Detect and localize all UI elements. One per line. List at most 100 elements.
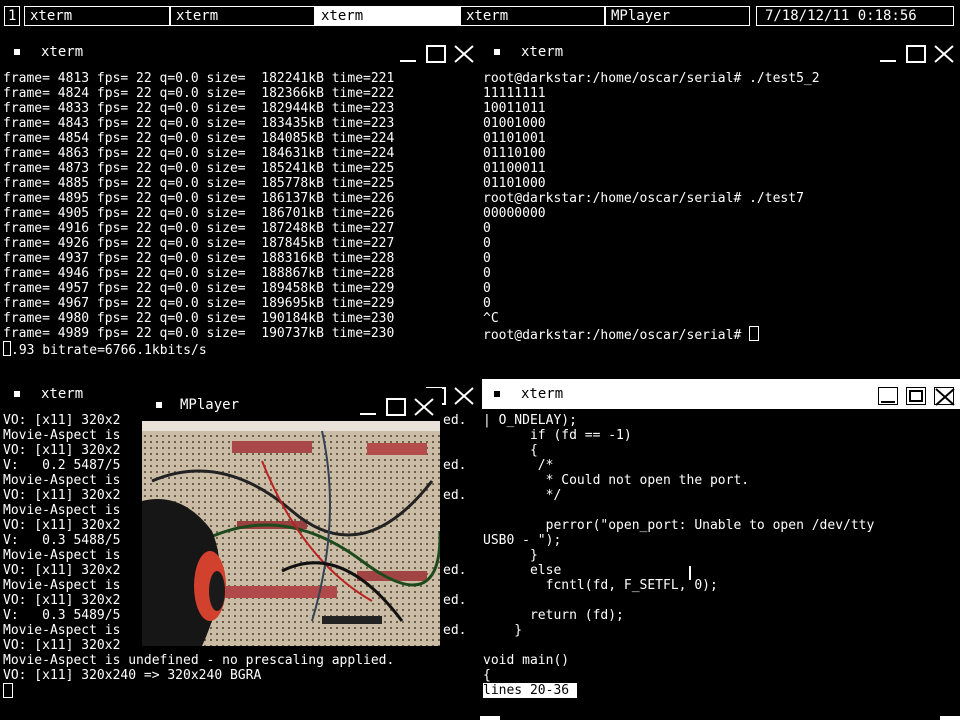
minimize-button[interactable]: [878, 387, 898, 405]
minimize-button[interactable]: [358, 398, 378, 416]
ffmpeg-progress-line: frame= 4926 fps= 22 q=0.0 size= 187845kB…: [3, 236, 395, 251]
log-text: VO: [x11] 320x2: [3, 518, 121, 533]
window-menu-icon[interactable]: [14, 391, 20, 397]
terminal-output-line: 0: [483, 281, 491, 296]
close-icon: [454, 387, 474, 405]
terminal-output-line: 01101000: [483, 176, 546, 191]
window-title: MPlayer: [180, 397, 240, 413]
maximize-button[interactable]: [426, 45, 446, 63]
terminal-output-line: 01110100: [483, 146, 546, 161]
source-code-line: [483, 593, 960, 608]
pager-status-line: lines 20-36: [483, 683, 960, 698]
log-text: V: 0.3 5489/5: [3, 608, 121, 623]
log-text: Movie-Aspect is: [3, 503, 121, 518]
close-icon: [414, 398, 434, 416]
window-menu-icon[interactable]: [156, 402, 162, 408]
cursor-line[interactable]: [3, 683, 479, 700]
shell-prompt-line[interactable]: root@darkstar:/home/oscar/serial#: [483, 326, 960, 343]
log-text-fragment: ed.: [443, 458, 467, 473]
log-text-fragment: ed.: [443, 488, 467, 503]
task-xterm-1[interactable]: xterm: [24, 6, 170, 26]
taskbar: 1 xterm xterm xterm xterm MPlayer 7/18/1…: [0, 0, 960, 33]
window-menu-icon[interactable]: [494, 49, 500, 55]
scroll-marker: [480, 716, 500, 720]
terminal-output-line: 0: [483, 251, 491, 266]
window-menu-icon[interactable]: [14, 49, 20, 55]
log-text-fragment: ed.: [443, 413, 467, 428]
close-button[interactable]: [934, 45, 954, 63]
ffmpeg-progress-line: frame= 4885 fps= 22 q=0.0 size= 185778kB…: [3, 176, 395, 191]
close-button[interactable]: [454, 45, 474, 63]
mplayer-log-line: Movie-Aspect is undefined - no prescalin…: [3, 653, 395, 668]
scroll-marker: [940, 716, 960, 720]
close-button[interactable]: [414, 398, 434, 416]
xterm-output-top-right[interactable]: root@darkstar:/home/oscar/serial# ./test…: [483, 71, 960, 361]
source-code-line: [483, 503, 960, 518]
log-text: V: 0.3 5488/5: [3, 533, 121, 548]
source-code-line: /*: [483, 458, 554, 473]
source-code-line: [483, 638, 960, 653]
mplayer-video-frame[interactable]: [142, 421, 440, 646]
bitrate-text: .93 bitrate=6766.1kbits/s: [11, 343, 207, 358]
terminal-output-line: root@darkstar:/home/oscar/serial# ./test…: [483, 71, 820, 86]
source-code-line: }: [483, 548, 538, 563]
terminal-cursor: [3, 683, 13, 698]
ffmpeg-progress-line: frame= 4863 fps= 22 q=0.0 size= 184631kB…: [3, 146, 395, 161]
terminal-output-line: 10011011: [483, 101, 546, 116]
log-text: Movie-Aspect is: [3, 548, 121, 563]
ffmpeg-progress-line: frame= 4854 fps= 22 q=0.0 size= 184085kB…: [3, 131, 395, 146]
close-icon: [935, 388, 955, 406]
source-code-line: * Could not open the port.: [483, 473, 750, 488]
ffmpeg-progress-line: frame= 4916 fps= 22 q=0.0 size= 187248kB…: [3, 221, 395, 236]
window-title: xterm: [41, 386, 84, 402]
workspace-indicator[interactable]: 1: [4, 6, 20, 26]
ffmpeg-progress-line: frame= 4833 fps= 22 q=0.0 size= 182944kB…: [3, 101, 395, 116]
window-title: xterm: [41, 44, 84, 60]
source-code-line: */: [483, 488, 562, 503]
source-code-line: {: [483, 668, 491, 683]
task-xterm-3-active[interactable]: xterm: [315, 6, 460, 26]
xterm-titlebar-bottom-right[interactable]: xterm: [482, 379, 960, 409]
task-xterm-2[interactable]: xterm: [170, 6, 315, 26]
xterm-output-top-left[interactable]: frame= 4813 fps= 22 q=0.0 size= 182241kB…: [3, 71, 479, 361]
log-text: Movie-Aspect is: [3, 623, 121, 638]
close-button[interactable]: [454, 387, 474, 405]
source-code-line: }: [483, 623, 523, 638]
ffmpeg-progress-line: frame= 4946 fps= 22 q=0.0 size= 188867kB…: [3, 266, 395, 281]
source-code-line: USB0 - ");: [483, 533, 562, 548]
ffmpeg-progress-line: frame= 4873 fps= 22 q=0.0 size= 185241kB…: [3, 161, 395, 176]
clock: 7/18/12/11 0:18:56: [756, 6, 954, 26]
maximize-button[interactable]: [906, 45, 926, 63]
close-icon: [454, 45, 474, 63]
terminal-output-line: ^C: [483, 311, 499, 326]
minimize-button[interactable]: [878, 45, 898, 63]
log-text: VO: [x11] 320x2: [3, 413, 121, 428]
mplayer-log-line: VO: [x11] 320x240 => 320x240 BGRA: [3, 668, 262, 683]
mplayer-titlebar[interactable]: MPlayer: [142, 390, 442, 420]
terminal-output-line: 11111111: [483, 86, 546, 101]
ffmpeg-progress-line: frame= 4813 fps= 22 q=0.0 size= 182241kB…: [3, 71, 395, 86]
xterm-output-bottom-right[interactable]: | O_NDELAY); if (fd == -1) { /* * Could …: [483, 413, 960, 713]
source-code-line: {: [483, 443, 538, 458]
xterm-titlebar-top-left[interactable]: xterm: [0, 37, 480, 67]
task-xterm-4[interactable]: xterm: [460, 6, 605, 26]
close-button[interactable]: [934, 387, 955, 406]
text-cursor-ibeam-icon: [689, 566, 691, 580]
terminal-output-line: 0: [483, 266, 491, 281]
log-text: V: 0.2 5487/5: [3, 458, 121, 473]
xterm-titlebar-top-right[interactable]: xterm: [482, 37, 960, 67]
terminal-output-line: 01101001: [483, 131, 546, 146]
minimize-button[interactable]: [398, 45, 418, 63]
ffmpeg-progress-line: frame= 4895 fps= 22 q=0.0 size= 186137kB…: [3, 191, 395, 206]
terminal-output-line: 0: [483, 236, 491, 251]
terminal-output-line: 0: [483, 221, 491, 236]
source-code-line: void main(): [483, 653, 570, 668]
window-menu-icon[interactable]: [494, 391, 500, 397]
breadboard-video-image: [142, 421, 440, 646]
log-text: VO: [x11] 320x2: [3, 593, 121, 608]
task-mplayer[interactable]: MPlayer: [605, 6, 750, 26]
log-text: Movie-Aspect is: [3, 578, 121, 593]
terminal-output-line: 01100011: [483, 161, 546, 176]
maximize-button[interactable]: [386, 398, 406, 416]
maximize-button[interactable]: [906, 387, 926, 405]
